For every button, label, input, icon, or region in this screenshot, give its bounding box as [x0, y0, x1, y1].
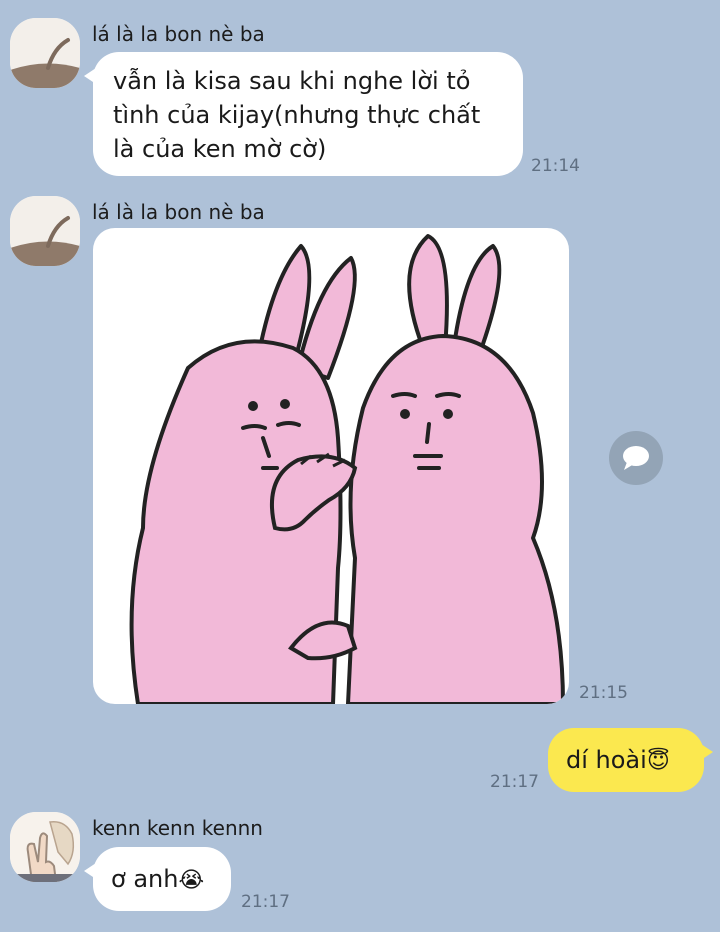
- message-bubble-outgoing[interactable]: dí hoài😇: [548, 728, 713, 792]
- speech-bubble-icon: [623, 446, 649, 470]
- avatar[interactable]: [10, 196, 80, 266]
- crying-face-icon: 😭: [178, 868, 205, 893]
- message-bubble[interactable]: ơ anh😭: [84, 847, 231, 911]
- message-bubble[interactable]: vẫn là kisa sau khi nghe lời tỏ tình của…: [84, 52, 523, 176]
- innocent-face-icon: 😇: [646, 749, 670, 774]
- sender-name: lá là la bon nè ba: [92, 200, 265, 224]
- message-time: 21:14: [531, 156, 580, 176]
- sticker-image[interactable]: [93, 228, 569, 704]
- rabbit-right: [346, 234, 565, 704]
- message-text: là của ken mờ cờ): [113, 135, 327, 163]
- message-time: 21:17: [241, 892, 290, 912]
- message-time: 21:15: [579, 683, 628, 703]
- message-time: 21:17: [490, 772, 539, 792]
- share-button[interactable]: [609, 431, 663, 485]
- avatar[interactable]: [10, 18, 80, 88]
- message-text: vẫn là kisa sau khi nghe lời tỏ: [113, 67, 471, 95]
- sender-name: lá là la bon nè ba: [92, 22, 265, 46]
- message-text: ơ anh: [111, 865, 179, 893]
- sender-name: kenn kenn kennn: [92, 816, 263, 840]
- message-text: tình của kijay(nhưng thực chất: [113, 101, 481, 129]
- message-text: dí hoài: [566, 746, 647, 774]
- avatar[interactable]: [10, 812, 80, 882]
